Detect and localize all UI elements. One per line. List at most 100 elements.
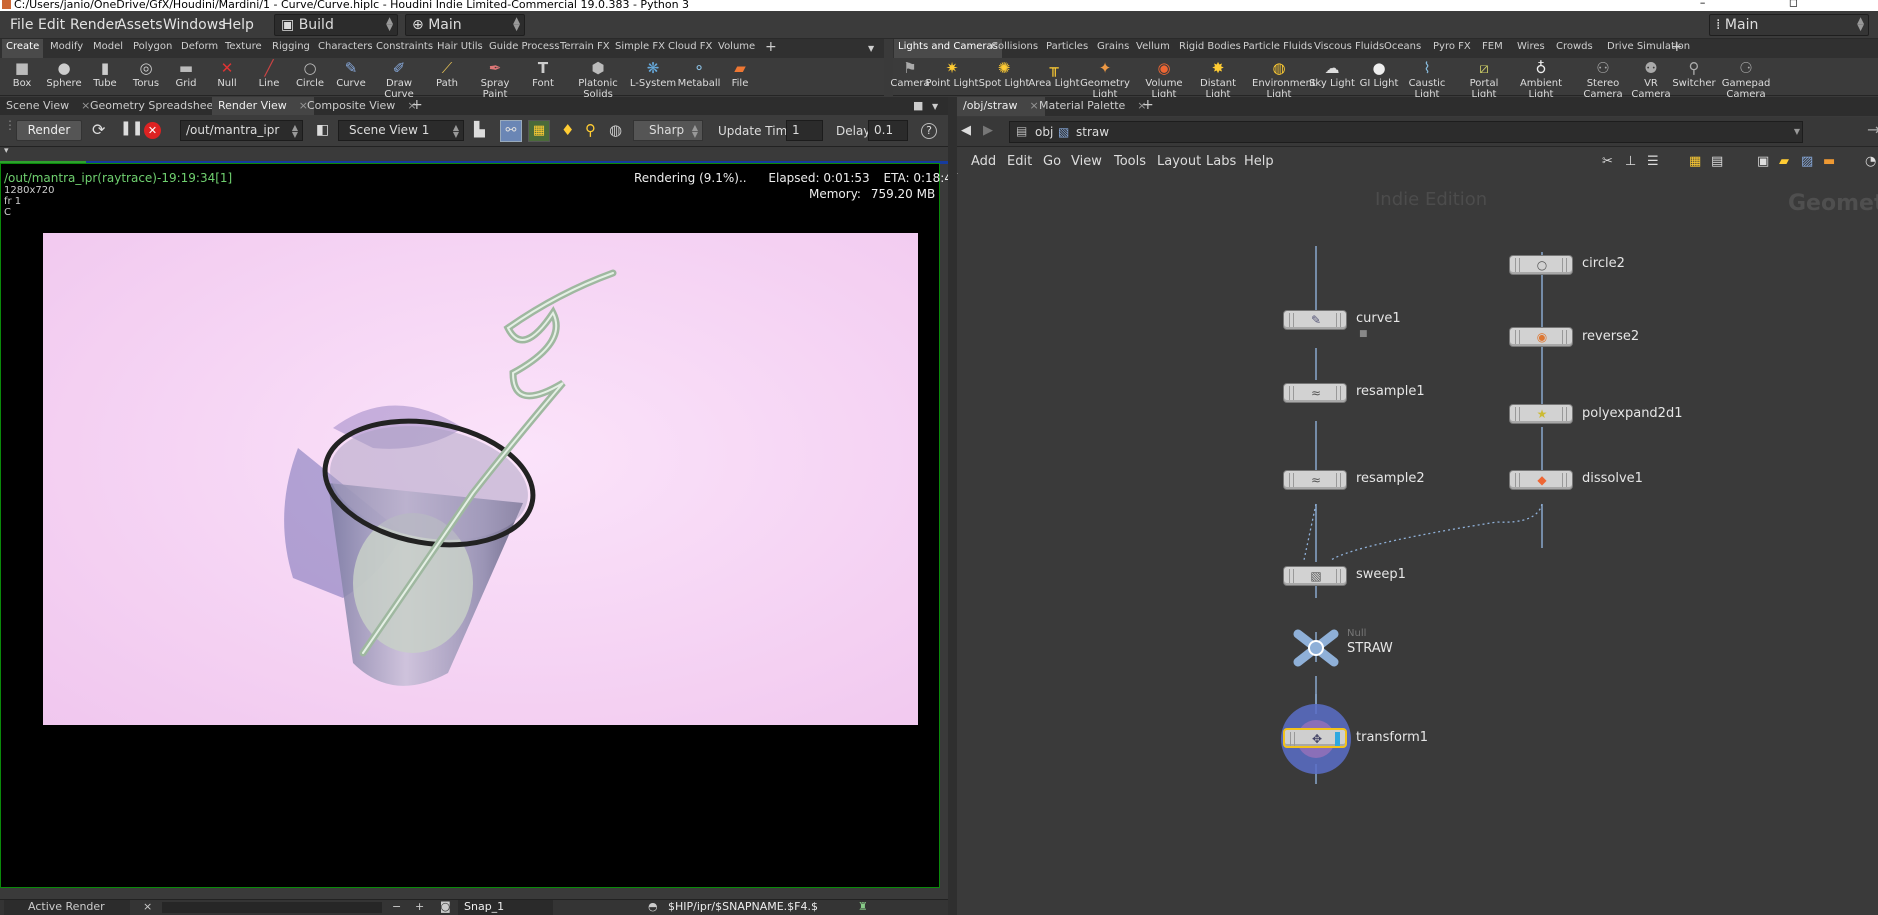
breadcrumb-obj[interactable]: obj xyxy=(1035,125,1053,139)
add-shelf-icon[interactable]: + xyxy=(1671,39,1683,55)
refresh-icon[interactable]: ⟳ xyxy=(92,120,105,139)
shelf-tab-crowds[interactable]: Crowds xyxy=(1556,41,1593,52)
node-resample1[interactable]: ≈ xyxy=(1283,383,1347,403)
window-controls[interactable]: – ◻ xyxy=(1700,0,1838,8)
tile-view-icon[interactable]: ▤ xyxy=(1711,154,1723,169)
tool-spray-paint[interactable]: ✒ Spray Paint xyxy=(468,60,522,100)
shelf-tab-polygon[interactable]: Polygon xyxy=(133,41,172,52)
tool-ambient-light[interactable]: ♁ Ambient Light xyxy=(1514,60,1568,100)
net-menu-tools[interactable]: Tools xyxy=(1114,154,1146,169)
menu-help[interactable]: Help xyxy=(222,17,254,33)
grid-view-icon[interactable]: ▦ xyxy=(1689,154,1701,169)
sticky-note-icon[interactable]: ▰ xyxy=(1779,154,1789,169)
node-polyexpand2d1[interactable]: ★ xyxy=(1509,404,1573,424)
net-menu-view[interactable]: View xyxy=(1071,154,1102,169)
menu-assets[interactable]: Assets xyxy=(117,17,163,33)
region-render-icon[interactable]: ▦ xyxy=(528,120,550,142)
forward-arrow-icon[interactable]: ▶ xyxy=(983,123,993,138)
add-tab-icon[interactable]: + xyxy=(411,97,423,113)
background-image-icon[interactable]: ▨ xyxy=(1801,154,1813,169)
shelf-tab-wires[interactable]: Wires xyxy=(1517,41,1545,52)
tool-gi-light[interactable]: ● GI Light xyxy=(1352,60,1406,89)
pane-splitter[interactable] xyxy=(948,97,957,915)
tool-stereo-camera[interactable]: ⚇ Stereo Camera xyxy=(1576,60,1630,100)
close-icon[interactable]: × xyxy=(143,900,152,913)
list-view-icon[interactable]: ☰ xyxy=(1647,154,1659,169)
shelf-tab-vellum[interactable]: Vellum xyxy=(1136,41,1170,52)
shelf-tab-characters[interactable]: Characters xyxy=(318,41,373,52)
snapshot-path-field[interactable]: $HIP/ipr/$SNAPNAME.$F4.$ xyxy=(668,900,848,915)
preview-toggle-icon[interactable]: ⚯ xyxy=(500,120,522,142)
camera-pick-icon[interactable]: ◧ xyxy=(316,122,329,138)
shelf-tab-rigid-bodies[interactable]: Rigid Bodies xyxy=(1179,41,1241,52)
stop-render-icon[interactable]: ✕ xyxy=(144,122,161,139)
net-menu-help[interactable]: Help xyxy=(1244,154,1274,169)
shelf-tab-lights-cameras[interactable]: Lights and Cameras xyxy=(894,39,1002,58)
zoom-icon[interactable]: ⚲ xyxy=(585,121,596,139)
node-circle2[interactable]: ○ xyxy=(1509,255,1573,275)
quality-select[interactable]: Sharp ▲ ▼ xyxy=(633,120,703,141)
net-menu-labs[interactable]: Labs xyxy=(1206,154,1236,169)
pause-icon[interactable]: ❚❚ xyxy=(120,120,143,136)
path-breadcrumb[interactable]: ▤ obj ▧ straw ▼ xyxy=(1009,121,1803,143)
badge-icon[interactable]: ▬ xyxy=(1823,154,1835,169)
collapse-arrow-icon[interactable]: ▾ xyxy=(4,146,9,156)
node-resample2[interactable]: ≈ xyxy=(1283,470,1347,490)
desktop-select[interactable]: ▣ Build ▲ ▼ xyxy=(274,14,398,36)
menu-render[interactable]: Render xyxy=(70,17,120,33)
folder-icon[interactable]: ◓ xyxy=(648,900,658,913)
camera-snapshot-icon[interactable]: ◙ xyxy=(440,900,451,913)
tool-caustic-light[interactable]: ⌇ Caustic Light xyxy=(1400,60,1454,100)
net-menu-edit[interactable]: Edit xyxy=(1007,154,1032,169)
close-icon[interactable]: × xyxy=(81,99,90,112)
tool-platonic-solids[interactable]: ⬢ Platonic Solids xyxy=(571,60,625,100)
active-render-select[interactable]: Active Render xyxy=(4,900,130,915)
tool-portal-light[interactable]: ⧄ Portal Light xyxy=(1457,60,1511,100)
tool-sky-light[interactable]: ☁ Sky Light xyxy=(1305,60,1359,89)
tab-material-palette[interactable]: Material Palette × xyxy=(1039,99,1147,112)
tab-render-view[interactable]: Render View × xyxy=(212,97,314,116)
wrench-icon[interactable]: ✂ xyxy=(1602,154,1613,169)
settings-icon[interactable]: ◔ xyxy=(1865,154,1876,169)
pane-menu-arrow-icon[interactable]: ▼ xyxy=(932,102,938,111)
menu-file[interactable]: File xyxy=(10,17,33,33)
net-menu-layout[interactable]: Layout xyxy=(1157,154,1201,169)
shelf-tab-oceans[interactable]: Oceans xyxy=(1384,41,1421,52)
shelf-tab-constraints[interactable]: Constraints xyxy=(376,41,433,52)
tool-spot-light[interactable]: ✺ Spot Light xyxy=(977,60,1031,89)
tab-obj-straw[interactable]: /obj/straw × xyxy=(957,97,1045,116)
shelf-tab-fem[interactable]: FEM xyxy=(1482,41,1503,52)
node-dissolve1[interactable]: ◆ xyxy=(1509,470,1573,490)
add-tab-icon[interactable]: + xyxy=(1142,97,1154,113)
shelf-tab-grains[interactable]: Grains xyxy=(1097,41,1129,52)
bucket-icon[interactable]: ♜ xyxy=(858,900,868,913)
tool-environment-light[interactable]: ◍ Environment Light xyxy=(1252,60,1316,100)
pin-icon[interactable]: → xyxy=(1867,120,1878,139)
main-desktop-select[interactable]: ⁞ Main ▲ ▼ xyxy=(1709,14,1869,36)
shelf-tab-collisions[interactable]: Collisions xyxy=(991,41,1038,52)
tree-layout-icon[interactable]: ⊥ xyxy=(1625,154,1636,169)
shelf-tab-texture[interactable]: Texture xyxy=(225,41,262,52)
tool-area-light[interactable]: ╥ Area Light xyxy=(1027,60,1081,89)
close-icon[interactable]: × xyxy=(1029,99,1038,112)
tool-gamepad-camera[interactable]: ⚆ Gamepad Camera xyxy=(1719,60,1773,100)
tool-volume-light[interactable]: ◉ Volume Light xyxy=(1137,60,1191,100)
context-select[interactable]: ⊕ Main ▲ ▼ xyxy=(405,14,525,36)
shelf-tab-deform[interactable]: Deform xyxy=(181,41,218,52)
render-button[interactable]: Render xyxy=(16,120,82,141)
tool-font[interactable]: T Font xyxy=(516,60,570,89)
shelf-tab-model[interactable]: Model xyxy=(93,41,123,52)
plus-icon[interactable]: + xyxy=(415,900,424,913)
node-reverse2[interactable]: ◉ xyxy=(1509,327,1573,347)
net-menu-add[interactable]: Add xyxy=(971,154,996,169)
tab-composite-view[interactable]: Composite View × xyxy=(307,99,417,112)
snapshot-slider[interactable] xyxy=(162,902,382,913)
shelf-tab-guide-process[interactable]: Guide Process xyxy=(489,41,559,52)
net-menu-go[interactable]: Go xyxy=(1043,154,1061,169)
update-time-field[interactable]: 1 xyxy=(786,120,823,141)
shelf-menu-arrow-icon[interactable]: ▼ xyxy=(868,44,874,53)
shelf-tab-simple-fx[interactable]: Simple FX xyxy=(615,41,665,52)
chevron-down-icon[interactable]: ▼ xyxy=(1794,127,1800,136)
node-sweep1[interactable]: ▧ xyxy=(1283,566,1347,586)
menu-windows[interactable]: Windows xyxy=(163,17,226,33)
